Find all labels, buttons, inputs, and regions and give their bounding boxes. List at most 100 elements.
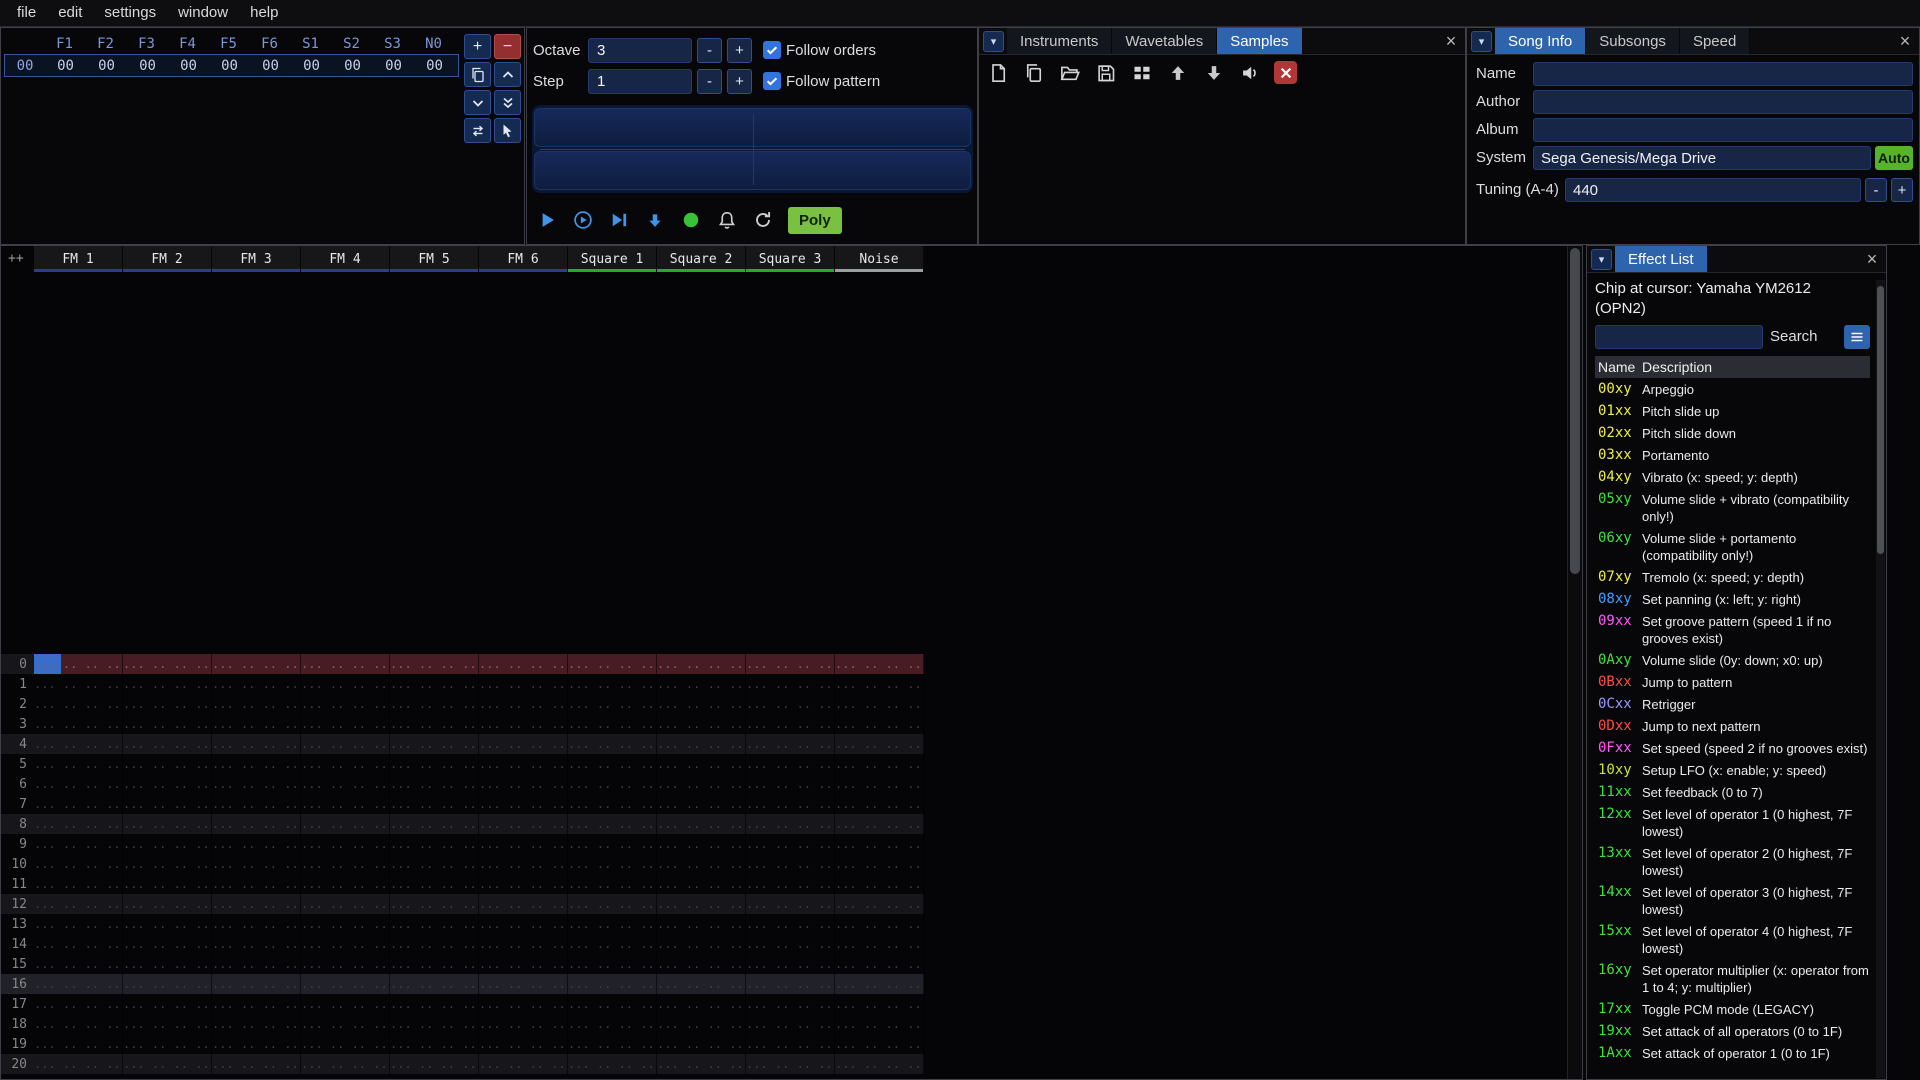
pattern-cell[interactable]: ... .. .. .... [746,854,835,874]
pattern-cell[interactable]: ... .. .. .... [746,734,835,754]
pattern-cell[interactable]: ... .. .. .... [568,894,657,914]
channel-header-fm-3[interactable]: FM 3 [212,246,301,272]
pattern-cell[interactable]: ... .. .. .... [212,694,301,714]
pattern-cell[interactable]: ... .. .. .... [479,894,568,914]
octave-input[interactable] [588,37,692,63]
channel-header-fm-5[interactable]: FM 5 [390,246,479,272]
order-cell-f6[interactable]: 00 [250,58,291,74]
pattern-cell[interactable]: ... .. .. .... [212,814,301,834]
pattern-cell[interactable]: ... .. .. .... [212,994,301,1014]
pattern-cell[interactable]: ... .. .. .... [835,894,924,914]
pattern-cell[interactable]: ... .. .. .... [34,854,123,874]
pattern-cell[interactable]: ... .. .. .... [835,834,924,854]
pattern-cell[interactable]: ... .. .. .... [390,814,479,834]
pattern-cell[interactable]: ... .. .. .... [479,994,568,1014]
pattern-cell[interactable]: ... .. .. .... [479,734,568,754]
pattern-cell[interactable]: ... .. .. .... [568,954,657,974]
pattern-cell[interactable]: ... .. .. .... [835,874,924,894]
pattern-cell[interactable]: ... .. .. .... [835,794,924,814]
order-cell-n0[interactable]: 00 [414,58,455,74]
pattern-cell[interactable]: ... .. .. .... [746,954,835,974]
pattern-cell[interactable]: ... .. .. .... [746,714,835,734]
pattern-cell[interactable]: ... .. .. .... [835,914,924,934]
author-field[interactable] [1533,90,1913,114]
pattern-cell[interactable]: ... .. .. .... [212,974,301,994]
assets-dropdown-button[interactable]: ▾ [983,31,1004,52]
pattern-cell[interactable]: ... .. .. .... [390,694,479,714]
pattern-cell[interactable]: ... .. .. .... [123,654,212,674]
pattern-cell[interactable]: ... .. .. .... [835,754,924,774]
play-pattern-button[interactable] [568,205,598,235]
pattern-cell[interactable]: ... .. .. .... [301,694,390,714]
pattern-cell[interactable]: ... .. .. .... [835,734,924,754]
orders-selected-row[interactable]: 00 00 00 00 00 00 00 00 00 00 00 [4,54,459,77]
pattern-cell[interactable]: ... .. .. .... [212,774,301,794]
song-info-dropdown-button[interactable]: ▾ [1471,31,1492,52]
pattern-cell[interactable]: ... .. .. .... [835,774,924,794]
pattern-cell[interactable]: ... .. .. .... [568,994,657,1014]
tuning-decrease-button[interactable]: - [1865,178,1887,202]
new-sample-button[interactable] [986,61,1009,84]
pattern-cell[interactable]: ... .. .. .... [479,954,568,974]
pattern-cell[interactable]: ... .. .. .... [568,1054,657,1074]
pattern-cell[interactable]: ... .. .. .... [746,654,835,674]
pattern-cell[interactable]: ... .. .. .... [568,854,657,874]
pattern-cell[interactable]: ... .. .. .... [835,714,924,734]
pattern-cell[interactable]: ... .. .. .... [34,1014,123,1034]
pattern-cell[interactable]: ... .. .. .... [34,734,123,754]
order-cell-f1[interactable]: 00 [45,58,86,74]
pattern-cell[interactable]: ... .. .. .... [746,1054,835,1074]
pattern-cell[interactable]: ... .. .. .... [568,1014,657,1034]
pattern-cell[interactable]: ... .. .. .... [390,734,479,754]
effect-list-scrollbar[interactable] [1876,280,1885,1078]
pattern-cell[interactable]: ... .. .. .... [657,854,746,874]
pattern-cell[interactable]: ... .. .. .... [212,1034,301,1054]
pattern-cell[interactable]: ... .. .. .... [568,774,657,794]
pattern-cell[interactable]: ... .. .. .... [835,654,924,674]
open-sample-button[interactable] [1058,61,1081,84]
pattern-cell[interactable]: ... .. .. .... [301,854,390,874]
pattern-cell[interactable]: ... .. .. .... [657,1034,746,1054]
order-cell-f5[interactable]: 00 [209,58,250,74]
pattern-cell[interactable]: ... .. .. .... [390,954,479,974]
channel-header-square-1[interactable]: Square 1 [568,246,657,272]
pattern-cell[interactable]: ... .. .. .... [301,814,390,834]
pattern-cell[interactable]: ... .. .. .... [301,954,390,974]
pattern-cell[interactable]: ... .. .. .... [390,914,479,934]
pattern-cell[interactable]: ... .. .. .... [657,874,746,894]
pattern-cell[interactable]: ... .. .. .... [479,1054,568,1074]
pattern-cell[interactable]: ... .. .. .... [123,794,212,814]
pattern-cell[interactable]: ... .. .. .... [123,874,212,894]
pattern-cell[interactable]: ... .. .. .... [34,714,123,734]
pattern-cell[interactable]: ... .. .. .... [123,814,212,834]
pattern-cell[interactable]: ... .. .. .... [746,794,835,814]
system-field[interactable] [1533,146,1871,170]
effect-list-dropdown-button[interactable]: ▾ [1591,249,1612,270]
pattern-cell[interactable]: ... .. .. .... [568,754,657,774]
pattern-cell[interactable]: ... .. .. .... [746,774,835,794]
pattern-cell[interactable]: ... .. .. .... [212,894,301,914]
menu-item-settings[interactable]: settings [93,0,167,26]
pattern-cell[interactable]: ... .. .. .... [212,914,301,934]
pattern-cell[interactable]: ... .. .. .... [390,774,479,794]
pattern-cell[interactable]: ... .. .. .... [746,914,835,934]
pattern-cell[interactable]: ... .. .. .... [123,1034,212,1054]
edit-record-button[interactable] [676,205,706,235]
pattern-cell[interactable]: ... .. .. .... [123,694,212,714]
pattern-cell[interactable]: ... .. .. .... [34,1054,123,1074]
pattern-cell[interactable]: ... .. .. .... [212,674,301,694]
pattern-cell[interactable]: ... .. .. .... [568,694,657,714]
effect-list-scrollbar-thumb[interactable] [1877,286,1884,554]
pattern-cell[interactable]: ... .. .. .... [123,754,212,774]
pattern-cell[interactable]: ... .. .. .... [835,994,924,1014]
pattern-cell[interactable]: ... .. .. .... [568,814,657,834]
pattern-cell[interactable]: ... .. .. .... [479,854,568,874]
tab-samples[interactable]: Samples [1217,28,1303,54]
pattern-cell[interactable]: ... .. .. .... [657,654,746,674]
toggle-folders-button[interactable] [1130,61,1153,84]
pattern-cell[interactable]: ... .. .. .... [479,834,568,854]
pattern-cell[interactable]: ... .. .. .... [568,734,657,754]
pattern-cell[interactable]: ... .. .. .... [657,974,746,994]
pattern-cell[interactable]: ... .. .. .... [390,654,479,674]
pattern-cell[interactable]: ... .. .. .... [390,1014,479,1034]
